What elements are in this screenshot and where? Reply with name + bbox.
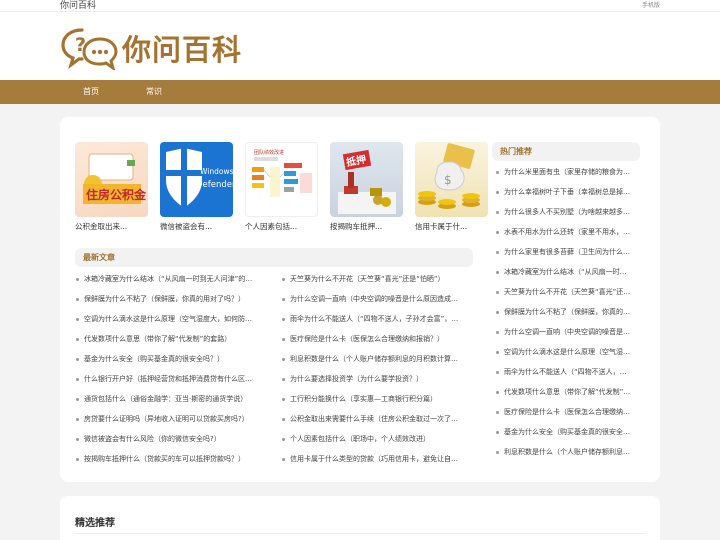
list-item[interactable]: 工行积分能换什么（享实惠—工商银行积分篇） (281, 389, 471, 409)
featured-caption: 信用卡属于什... (415, 222, 468, 231)
list-item[interactable]: 冰箱冷藏室为什么结冰（“从风扇一时… (495, 262, 640, 282)
mobile-version-link[interactable]: 手机版 (642, 0, 660, 12)
mortgage-stamp-image: 抵押 (330, 142, 403, 217)
housing-fund-image: 住房公积金 (75, 142, 148, 217)
main-nav: 首页 常识 (0, 80, 720, 104)
featured-thumbnails: 住房公积金 公积金取出来... Windows Defender 微信被盗会有.… (75, 142, 488, 237)
svg-text:团队绩效改进: 团队绩效改进 (254, 149, 284, 156)
list-item[interactable]: 雨伞为什么不能送人（“四物不送人，… (495, 362, 640, 382)
featured-caption: 公积金取出来... (75, 222, 128, 231)
list-item[interactable]: 雨伞为什么不能送人（“四物不送人，子孙才会富”，… (281, 309, 471, 329)
featured-item[interactable]: 抵押 按揭购车抵押... (330, 142, 403, 232)
list-item[interactable]: 代发数项什么意思（带你了解“代发制”的套路） (75, 329, 277, 349)
list-item[interactable]: 保鲜膜为什么不粘了（保鲜膜，你真的… (495, 302, 640, 322)
featured-caption: 个人因素包括... (245, 222, 298, 231)
main-card: 住房公积金 公积金取出来... Windows Defender 微信被盗会有.… (60, 117, 660, 482)
list-item[interactable]: 信用卡属于什么类型的贷款（巧用信用卡，避免让自… (281, 449, 471, 469)
list-item[interactable]: 微信被盗会有什么风险（你的微信安全吗?） (75, 429, 277, 449)
featured-caption: 微信被盗会有... (160, 222, 213, 231)
nav-item-home[interactable]: 首页 (83, 80, 99, 104)
list-item[interactable]: 为什么空调一直响（中央空调的噪音是什么原因造成… (281, 289, 471, 309)
hot-list: 为什么米里面有虫（家里存储的粮食为… 为什么幸福树叶子下垂（幸福树总是掉… 为什… (495, 162, 640, 462)
list-item[interactable]: 天竺葵为什么不开花（天竺葵“喜光”还是“怕晒”） (281, 269, 471, 289)
list-item[interactable]: 按揭购车抵押什么（贷款买的车可以抵押贷款吗？） (75, 449, 277, 469)
list-item[interactable]: 医疗保险是什么卡（医保怎么合理缴纳… (495, 402, 640, 422)
list-item[interactable]: 水表不用水为什么还转（家里不用水，… (495, 222, 640, 242)
svg-text:$: $ (444, 173, 452, 187)
windows-defender-image: Windows Defender (160, 142, 233, 217)
list-item[interactable]: 为什么家里有很多苔藓（卫生间为什么… (495, 242, 640, 262)
list-item[interactable]: 为什么幸福树叶子下垂（幸福树总是掉… (495, 182, 640, 202)
list-item[interactable]: 代发数项什么意思（带你了解“代发制”… (495, 382, 640, 402)
list-item[interactable]: 基金为什么安全（购买基金真的很安全… (495, 422, 640, 442)
picks-card: 精选推荐 (60, 496, 660, 540)
hot-recommend-title: 热门推荐 (492, 142, 640, 161)
list-item[interactable]: 医疗保险是什么卡（医保怎么合理缴纳和报销？） (281, 329, 471, 349)
site-name[interactable]: 你问百科 (60, 0, 96, 12)
list-item[interactable]: 空调为什么滴水这是什么原理（空气湿度大，如何防… (75, 309, 277, 329)
chat-bubbles-logo-icon: ? (61, 28, 118, 70)
credit-card-gold-image: $ (415, 142, 488, 217)
picks-title: 精选推荐 (75, 518, 115, 529)
list-item[interactable]: 公积金取出来需要什么手续（住房公积金取过一次了… (281, 409, 471, 429)
featured-caption: 按揭购车抵押... (330, 222, 383, 231)
top-bar: 你问百科 手机版 (0, 0, 720, 12)
list-item[interactable]: 个人因素包括什么（职场中，个人绩效改进） (281, 429, 471, 449)
featured-item[interactable]: 住房公积金 公积金取出来... (75, 142, 148, 232)
latest-list-right: 天竺葵为什么不开花（天竺葵“喜光”还是“怕晒”） 为什么空调一直响（中央空调的噪… (281, 269, 471, 469)
list-item[interactable]: 通货包括什么（通俗金融学：亚当·斯密的通货学说） (75, 389, 277, 409)
list-item[interactable]: 基金为什么安全（购买基金真的很安全吗？） (75, 349, 277, 369)
svg-text:Defender: Defender (196, 180, 233, 190)
list-item[interactable]: 什么银行开户好（抵押经营贷和抵押消费贷有什么区… (75, 369, 277, 389)
list-item[interactable]: 天竺葵为什么不开花（天竺葵“喜光”还… (495, 282, 640, 302)
latest-list-left: 冰箱冷藏室为什么结冰（“从风扇一时到无人问津”的… 保鲜膜为什么不粘了（保鲜膜，… (75, 269, 277, 469)
list-item[interactable]: 为什么要选择投资学（为什么要学投资？） (281, 369, 471, 389)
nav-item-common-sense[interactable]: 常识 (146, 80, 162, 104)
list-item[interactable]: 房贷要什么证明吗（异地收入证明可以贷款买房吗?） (75, 409, 277, 429)
divider (75, 533, 645, 534)
featured-item[interactable]: $ 信用卡属于什... (415, 142, 488, 232)
list-item[interactable]: 冰箱冷藏室为什么结冰（“从风扇一时到无人问津”的… (75, 269, 277, 289)
diagram-document-image: 团队绩效改进 (245, 142, 318, 217)
list-item[interactable]: 为什么很多人不买别墅（为啥越来越多… (495, 202, 640, 222)
svg-text:住房公积金: 住房公积金 (86, 187, 147, 202)
list-item[interactable]: 为什么空调一直响（中央空调的噪音是… (495, 322, 640, 342)
list-item[interactable]: 为什么米里面有虫（家里存储的粮食为… (495, 162, 640, 182)
list-item[interactable]: 保鲜膜为什么不粘了（保鲜膜，你真的用对了吗？） (75, 289, 277, 309)
header: ? 你问百科 (0, 12, 720, 80)
list-item[interactable]: 空调为什么滴水这是什么原理（空气湿… (495, 342, 640, 362)
featured-item[interactable]: Windows Defender 微信被盗会有... (160, 142, 233, 232)
site-logo[interactable]: ? 你问百科 (60, 26, 242, 70)
logo-text: 你问百科 (122, 33, 243, 67)
list-item[interactable]: 利息积数是什么（个人账户储存额利息… (495, 442, 640, 462)
list-item[interactable]: 利息积数是什么（个人账户储存额利息的月积数计算… (281, 349, 471, 369)
featured-item[interactable]: 团队绩效改进 个人因素包括... (245, 142, 318, 232)
latest-articles-title: 最新文章 (75, 248, 473, 267)
svg-text:Windows: Windows (200, 167, 233, 176)
